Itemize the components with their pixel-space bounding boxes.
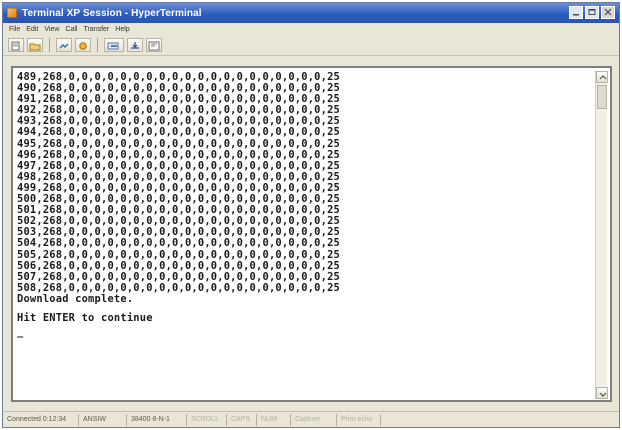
vertical-scrollbar[interactable] [595,71,608,399]
terminal-screen[interactable]: 489,268,0,0,0,0,0,0,0,0,0,0,0,0,0,0,0,0,… [17,72,587,392]
terminal-line: 496,268,0,0,0,0,0,0,0,0,0,0,0,0,0,0,0,0,… [17,149,341,161]
scroll-up-button[interactable] [596,71,608,83]
open-button[interactable] [27,38,43,52]
terminal-line: 501,268,0,0,0,0,0,0,0,0,0,0,0,0,0,0,0,0,… [17,205,341,217]
receive-icon [131,42,139,49]
maximize-icon [588,9,596,15]
terminal-line: 502,268,0,0,0,0,0,0,0,0,0,0,0,0,0,0,0,0,… [17,216,341,228]
chevron-down-icon [599,392,607,397]
terminal-cursor: _ [17,327,24,339]
terminal-spacer [17,305,587,311]
menu-edit[interactable]: Edit [26,26,38,33]
minimize-button[interactable] [569,6,583,19]
app-icon [7,8,17,18]
menu-view[interactable]: View [44,26,59,33]
close-icon [604,8,612,16]
status-num: NUM [261,413,291,426]
download-complete-message: Download complete. [17,293,134,305]
properties-icon [148,41,160,51]
terminal-line: 493,268,0,0,0,0,0,0,0,0,0,0,0,0,0,0,0,0,… [17,116,341,128]
status-caps: CAPS [231,413,257,426]
terminal-line: 499,268,0,0,0,0,0,0,0,0,0,0,0,0,0,0,0,0,… [17,182,341,194]
menu-bar: File Edit View Call Transfer Help [3,23,619,35]
minimize-icon [573,14,579,16]
terminal-line: 492,268,0,0,0,0,0,0,0,0,0,0,0,0,0,0,0,0,… [17,105,341,117]
toolbar [3,35,619,56]
status-connected: Connected 0:12:34 [7,413,79,426]
menu-help[interactable]: Help [115,26,129,33]
terminal-line: 497,268,0,0,0,0,0,0,0,0,0,0,0,0,0,0,0,0,… [17,160,341,172]
terminal-line: 500,268,0,0,0,0,0,0,0,0,0,0,0,0,0,0,0,0,… [17,194,341,206]
window-title: Terminal XP Session - HyperTerminal [22,7,202,19]
properties-button[interactable] [146,38,162,52]
title-bar[interactable]: Terminal XP Session - HyperTerminal [3,3,619,23]
terminal-line: 495,268,0,0,0,0,0,0,0,0,0,0,0,0,0,0,0,0,… [17,138,341,150]
chevron-up-icon [599,75,607,80]
status-bar: Connected 0:12:34 ANSIW 38400 8-N-1 SCRO… [3,411,619,427]
scroll-down-button[interactable] [596,387,608,399]
terminal-line: 508,268,0,0,0,0,0,0,0,0,0,0,0,0,0,0,0,0,… [17,282,341,294]
menu-transfer[interactable]: Transfer [83,26,109,33]
status-port-settings: 38400 8-N-1 [131,413,187,426]
toolbar-separator-2 [97,38,98,52]
send-button[interactable] [104,38,124,52]
terminal-area[interactable]: 489,268,0,0,0,0,0,0,0,0,0,0,0,0,0,0,0,0,… [11,66,612,402]
terminal-line: 504,268,0,0,0,0,0,0,0,0,0,0,0,0,0,0,0,0,… [17,238,341,250]
terminal-line: 490,268,0,0,0,0,0,0,0,0,0,0,0,0,0,0,0,0,… [17,83,341,95]
connect-icon [59,43,69,49]
status-capture: Capture [295,413,337,426]
menu-file[interactable]: File [9,26,20,33]
terminal-line: 506,268,0,0,0,0,0,0,0,0,0,0,0,0,0,0,0,0,… [17,260,341,272]
maximize-button[interactable] [585,6,599,19]
connect-button[interactable] [56,38,72,52]
new-connection-icon [11,41,20,51]
disconnect-icon [79,42,87,50]
send-icon [107,42,119,50]
receive-button[interactable] [127,38,143,52]
terminal-line: 494,268,0,0,0,0,0,0,0,0,0,0,0,0,0,0,0,0,… [17,127,341,139]
disconnect-button[interactable] [75,38,91,52]
menu-call[interactable]: Call [65,26,77,33]
toolbar-separator [49,38,50,52]
new-connection-button[interactable] [8,38,24,52]
window-controls [569,6,615,19]
status-print-echo: Print echo [341,413,381,426]
close-button[interactable] [601,6,615,19]
terminal-line: 498,268,0,0,0,0,0,0,0,0,0,0,0,0,0,0,0,0,… [17,171,341,183]
status-scroll: SCROLL [191,413,227,426]
terminal-line: 503,268,0,0,0,0,0,0,0,0,0,0,0,0,0,0,0,0,… [17,227,341,239]
terminal-line: 491,268,0,0,0,0,0,0,0,0,0,0,0,0,0,0,0,0,… [17,94,341,106]
continue-prompt: Hit ENTER to continue [17,312,153,324]
open-icon [29,43,41,51]
terminal-output: 489,268,0,0,0,0,0,0,0,0,0,0,0,0,0,0,0,0,… [17,72,587,338]
terminal-line: 489,268,0,0,0,0,0,0,0,0,0,0,0,0,0,0,0,0,… [17,72,341,83]
terminal-line: 505,268,0,0,0,0,0,0,0,0,0,0,0,0,0,0,0,0,… [17,249,341,261]
terminal-line: 507,268,0,0,0,0,0,0,0,0,0,0,0,0,0,0,0,0,… [17,271,341,283]
hyperterminal-window: Terminal XP Session - HyperTerminal File… [2,2,620,428]
scroll-thumb[interactable] [597,85,607,109]
status-emulation: ANSIW [83,413,127,426]
